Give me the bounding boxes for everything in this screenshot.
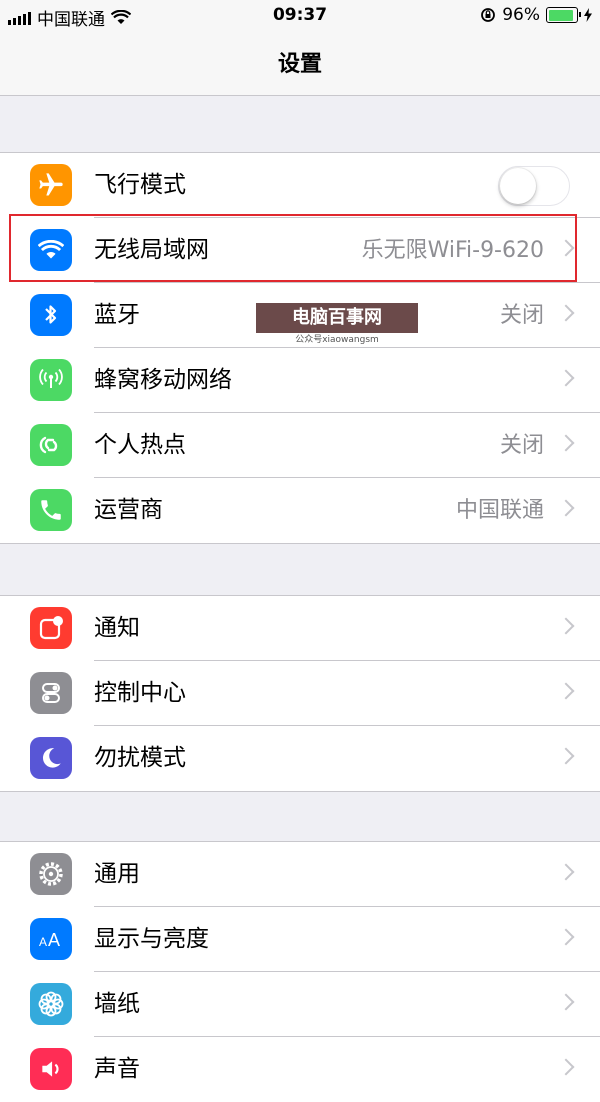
status-bar: 中国联通 09:37 96% (0, 0, 600, 32)
airplane-mode-toggle[interactable] (498, 166, 570, 206)
chevron-right-icon (557, 1058, 575, 1076)
toggle-knob (500, 168, 536, 204)
watermark-title: 电脑百事网 (256, 303, 418, 333)
bluetooth-status-value: 关闭 (499, 303, 544, 328)
sound-icon (30, 1048, 72, 1090)
bluetooth-icon (30, 294, 72, 336)
chevron-right-icon (557, 499, 575, 517)
watermark-subtitle: 公众号xiaowangsm (256, 333, 418, 347)
settings-row-airplane-mode: 飞行模式 (0, 153, 600, 218)
wifi-row-highlight-box (9, 214, 577, 282)
settings-row-do-not-disturb[interactable]: 勿扰模式 (0, 726, 600, 791)
settings-row-notifications[interactable]: 通知 (0, 596, 600, 661)
settings-row-carrier[interactable]: 运营商 中国联通 (0, 478, 600, 543)
wallpaper-icon (30, 983, 72, 1025)
chevron-right-icon (557, 682, 575, 700)
phone-icon (30, 489, 72, 531)
battery-icon (546, 7, 581, 23)
settings-row-hotspot[interactable]: 个人热点 关闭 (0, 413, 600, 478)
settings-row-cellular[interactable]: 蜂窝移动网络 (0, 348, 600, 413)
chevron-right-icon (557, 369, 575, 387)
row-label: 勿扰模式 (94, 745, 186, 771)
row-label: 运营商 (94, 497, 163, 523)
settings-row-sound[interactable]: 声音 (0, 1037, 600, 1102)
svg-text:A: A (39, 935, 47, 949)
row-label: 声音 (94, 1056, 140, 1082)
hotspot-icon (30, 424, 72, 466)
hotspot-status-value: 关闭 (499, 433, 544, 458)
settings-row-control-center[interactable]: 控制中心 (0, 661, 600, 726)
control-center-icon (30, 672, 72, 714)
battery-percent: 96% (502, 5, 540, 25)
display-icon: A A (30, 918, 72, 960)
settings-row-general[interactable]: 通用 (0, 842, 600, 907)
moon-icon (30, 737, 72, 779)
chevron-right-icon (557, 434, 575, 452)
settings-group-general: 通用 A A 显示与亮度 墙纸 声音 (0, 841, 600, 1102)
notification-icon (30, 607, 72, 649)
row-label: 墙纸 (94, 991, 140, 1017)
chevron-right-icon (557, 304, 575, 322)
row-label: 蓝牙 (94, 302, 140, 328)
settings-group-connectivity: 飞行模式 无线局域网 乐无限WiFi-9-620 蓝牙 关闭 蜂窝移动网络 个人… (0, 152, 600, 544)
row-label: 控制中心 (94, 680, 186, 706)
row-label: 蜂窝移动网络 (94, 367, 232, 393)
gear-icon (30, 853, 72, 895)
chevron-right-icon (557, 993, 575, 1011)
settings-row-display-brightness[interactable]: A A 显示与亮度 (0, 907, 600, 972)
carrier-value: 中国联通 (455, 498, 544, 523)
chevron-right-icon (557, 747, 575, 765)
settings-row-wallpaper[interactable]: 墙纸 (0, 972, 600, 1037)
svg-text:A: A (48, 930, 60, 950)
chevron-right-icon (557, 863, 575, 881)
row-label: 飞行模式 (94, 172, 186, 198)
airplane-icon (30, 164, 72, 206)
settings-group-notifications: 通知 控制中心 勿扰模式 (0, 595, 600, 792)
cellular-icon (30, 359, 72, 401)
row-label: 个人热点 (94, 432, 186, 458)
navigation-bar: 设置 (0, 32, 600, 96)
page-title: 设置 (277, 52, 322, 77)
charging-icon (584, 8, 592, 22)
row-label: 显示与亮度 (94, 926, 209, 952)
chevron-right-icon (557, 617, 575, 635)
row-label: 通用 (94, 861, 140, 887)
watermark-logo: 电脑百事网 公众号xiaowangsm (256, 303, 418, 347)
rotation-lock-icon (481, 8, 496, 22)
row-label: 通知 (94, 615, 140, 641)
chevron-right-icon (557, 928, 575, 946)
